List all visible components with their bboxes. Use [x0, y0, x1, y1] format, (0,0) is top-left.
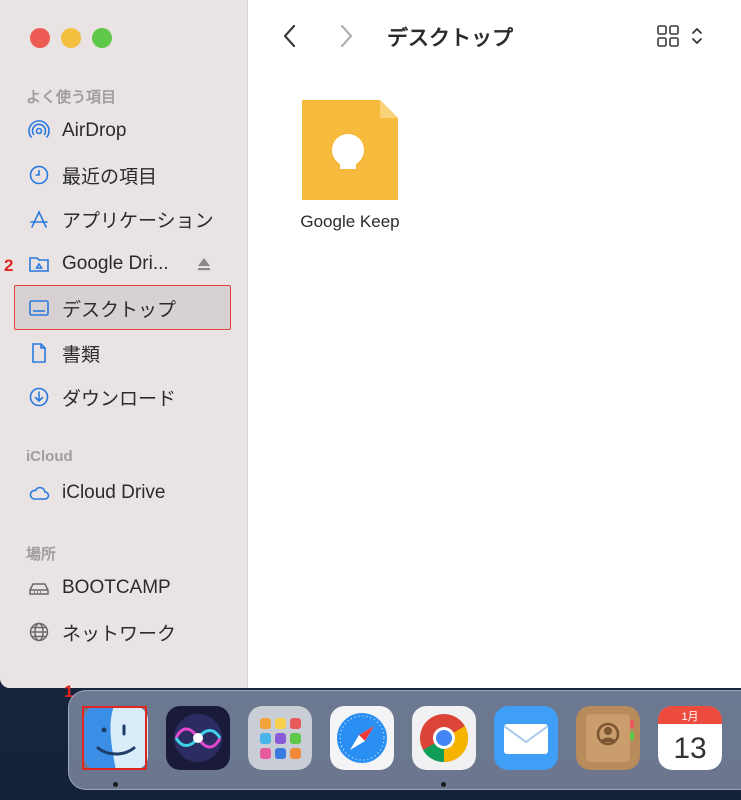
- icloud-section-title: iCloud: [26, 448, 73, 465]
- dock-app-launchpad[interactable]: [248, 706, 312, 770]
- traffic-lights: [30, 28, 112, 48]
- finder-window: よく使う項目 AirDrop 最近の項目 アプリケーション Google Dri…: [0, 0, 741, 688]
- running-indicator-chrome: [441, 782, 446, 787]
- sidebar-item-label: AirDrop: [62, 120, 127, 141]
- disk-icon: [28, 577, 50, 599]
- sidebar-item-label: Google Dri...: [62, 253, 169, 274]
- file-name: Google Keep: [300, 212, 400, 231]
- sidebar-item-downloads[interactable]: ダウンロード: [28, 382, 176, 412]
- siri-icon: [166, 706, 230, 770]
- sidebar-item-label: 書類: [62, 344, 101, 366]
- sidebar-item-label: BOOTCAMP: [62, 577, 171, 598]
- contacts-icon: [576, 706, 640, 770]
- dock-app-siri[interactable]: [166, 706, 230, 770]
- locations-section-title: 場所: [26, 546, 57, 563]
- airdrop-icon: [28, 120, 50, 142]
- calendar-day: 13: [673, 732, 706, 765]
- mail-icon: [494, 706, 558, 770]
- dock-app-calendar[interactable]: 1月 13: [658, 706, 722, 770]
- dock-app-contacts[interactable]: [576, 706, 640, 770]
- dock-app-safari[interactable]: [330, 706, 394, 770]
- sidebar-item-icloud-drive[interactable]: iCloud Drive: [28, 478, 165, 508]
- download-icon: [28, 386, 50, 408]
- close-button[interactable]: [30, 28, 50, 48]
- sidebar-item-network[interactable]: ネットワーク: [28, 617, 176, 647]
- annotation-step-2: 2: [4, 256, 14, 275]
- sidebar: よく使う項目 AirDrop 最近の項目 アプリケーション Google Dri…: [0, 0, 248, 688]
- safari-icon: [330, 706, 394, 770]
- sidebar-item-label: アプリケーション: [62, 210, 214, 232]
- clock-icon: [28, 164, 50, 186]
- minimize-button[interactable]: [61, 28, 81, 48]
- sidebar-item-airdrop[interactable]: AirDrop: [28, 116, 126, 146]
- sidebar-item-label: ネットワーク: [62, 623, 177, 645]
- cloud-icon: [28, 482, 50, 504]
- document-icon: [28, 342, 50, 364]
- eject-icon[interactable]: [196, 255, 212, 273]
- sidebar-item-documents[interactable]: 書類: [28, 338, 100, 368]
- back-button[interactable]: [280, 22, 300, 50]
- grid-view-icon[interactable]: [656, 24, 680, 48]
- sidebar-item-label: デスクトップ: [62, 299, 177, 321]
- dock-app-mail[interactable]: [494, 706, 558, 770]
- launchpad-icon: [248, 706, 312, 770]
- sidebar-item-label: 最近の項目: [62, 166, 158, 188]
- calendar-icon: 1月 13: [658, 706, 722, 770]
- sidebar-item-bootcamp[interactable]: BOOTCAMP: [28, 573, 171, 603]
- calendar-month: 1月: [681, 711, 698, 723]
- sidebar-item-applications[interactable]: アプリケーション: [28, 204, 214, 234]
- sidebar-item-label: ダウンロード: [62, 388, 177, 410]
- zoom-button[interactable]: [92, 28, 112, 48]
- window-title: デスクトップ: [387, 27, 513, 50]
- sidebar-item-recents[interactable]: 最近の項目: [28, 160, 157, 190]
- chrome-icon: [412, 706, 476, 770]
- globe-icon: [28, 621, 50, 643]
- applications-icon: [28, 208, 50, 230]
- dock-app-chrome[interactable]: [412, 706, 476, 770]
- forward-button[interactable]: [336, 22, 356, 50]
- google-keep-icon: [302, 100, 398, 200]
- sidebar-item-label: iCloud Drive: [62, 482, 166, 503]
- file-google-keep[interactable]: Google Keep: [288, 98, 412, 232]
- favorites-section-title: よく使う項目: [26, 89, 117, 106]
- folder-icon: [28, 253, 50, 275]
- running-indicator-finder: [113, 782, 118, 787]
- sidebar-item-desktop[interactable]: デスクトップ: [28, 293, 176, 323]
- desktop-icon: [28, 297, 50, 319]
- sidebar-item-google-drive[interactable]: Google Dri...: [28, 249, 169, 279]
- chevron-updown-icon[interactable]: [690, 24, 704, 48]
- finder-highlight: [82, 706, 147, 770]
